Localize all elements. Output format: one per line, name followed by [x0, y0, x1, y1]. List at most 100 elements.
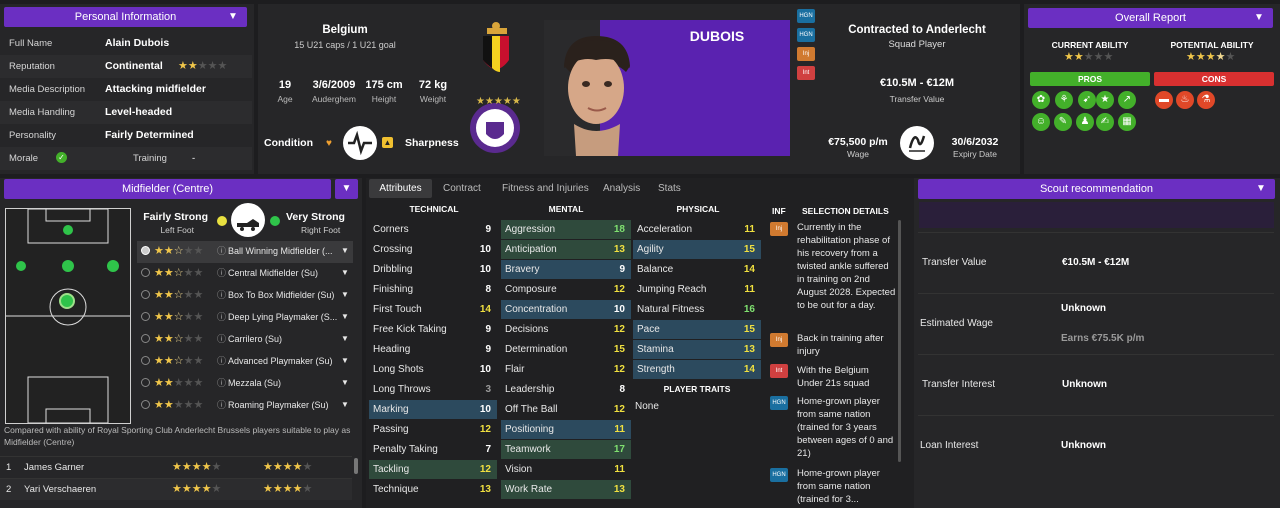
role-radio[interactable]: [141, 378, 150, 387]
tab-stats[interactable]: Stats: [658, 180, 681, 198]
role-radio[interactable]: [141, 334, 150, 343]
info-key: Media Handling: [9, 107, 76, 118]
national-team-crest-icon[interactable]: [478, 20, 514, 82]
chevron-down-icon[interactable]: ▼: [341, 312, 349, 321]
pro-star-icon[interactable]: ★: [1096, 91, 1114, 109]
chevron-down-icon[interactable]: ▼: [341, 290, 349, 299]
role-row[interactable]: ★★☆★★ ⓘ Central Midfielder (Su) ▼: [137, 263, 353, 285]
international-badge[interactable]: Int: [770, 364, 788, 378]
role-name: Carrilero (Su): [228, 334, 283, 344]
hgn-badge[interactable]: HGN: [797, 28, 815, 42]
role-name: Deep Lying Playmaker (S...: [228, 312, 338, 322]
chevron-down-icon[interactable]: ▼: [1251, 10, 1267, 26]
role-row[interactable]: ★★☆★★ ⓘ Ball Winning Midfielder (... ▼: [137, 241, 353, 263]
pro-trait-icon[interactable]: ✍: [1096, 113, 1114, 131]
club-crest-icon[interactable]: ★★★★★: [462, 94, 528, 156]
player-traits-value: None: [635, 401, 659, 412]
chevron-down-icon[interactable]: ▼: [225, 9, 241, 25]
condition-pulse-icon[interactable]: [343, 126, 377, 160]
role-row[interactable]: ★★★★★ ⓘ Mezzala (Su) ▼: [137, 373, 353, 395]
selection-scrollbar[interactable]: [898, 220, 901, 462]
chevron-down-icon[interactable]: ▼: [1253, 181, 1269, 197]
personal-info-header[interactable]: Personal Information ▼: [4, 7, 247, 27]
role-radio[interactable]: [141, 268, 150, 277]
attr-dribbling: Dribbling 10: [373, 264, 491, 275]
comparison-player-name[interactable]: Yari Verschaeren: [24, 484, 96, 495]
position-selector[interactable]: Midfielder (Centre): [4, 179, 331, 199]
pro-trait-icon[interactable]: ✎: [1054, 113, 1072, 131]
info-icon[interactable]: ⓘ: [217, 288, 226, 301]
scout-header[interactable]: Scout recommendation ▼: [918, 179, 1275, 199]
left-foot-label: Left Foot: [160, 225, 194, 235]
info-icon[interactable]: ⓘ: [217, 376, 226, 389]
info-value: Alain Dubois: [105, 37, 170, 49]
injury-badge[interactable]: Inj: [770, 333, 788, 347]
info-icon[interactable]: ⓘ: [217, 310, 226, 323]
international-badge[interactable]: Int: [797, 66, 815, 80]
pro-trait-icon[interactable]: ➹: [1078, 91, 1096, 109]
info-icon[interactable]: ⓘ: [217, 398, 226, 411]
role-row[interactable]: ★★☆★★ ⓘ Box To Box Midfielder (Su) ▼: [137, 285, 353, 307]
position-dropdown-button[interactable]: ▼: [335, 179, 358, 199]
role-radio[interactable]: [141, 246, 150, 255]
info-value: Level-headed: [105, 106, 173, 118]
comparison-scrollbar[interactable]: [354, 458, 358, 474]
tab-analysis[interactable]: Analysis: [603, 180, 640, 198]
scout-key: Loan Interest: [920, 440, 979, 451]
pro-trait-icon[interactable]: ♟: [1076, 113, 1094, 131]
con-trait-icon[interactable]: ▬: [1155, 91, 1173, 109]
scout-row-loan-interest: Loan Interest Unknown: [918, 415, 1274, 475]
chevron-down-icon[interactable]: ▼: [341, 356, 349, 365]
chevron-down-icon[interactable]: ▼: [341, 268, 349, 277]
position-dot: [16, 261, 26, 271]
role-name: Ball Winning Midfielder (...: [228, 246, 333, 256]
role-radio[interactable]: [141, 400, 150, 409]
pro-trait-icon[interactable]: ☺: [1032, 113, 1050, 131]
info-icon[interactable]: ⓘ: [217, 354, 226, 367]
hgn-badge[interactable]: HGN: [797, 9, 815, 23]
weight-label: Weight: [419, 94, 447, 104]
role-radio[interactable]: [141, 290, 150, 299]
attr-long-throws: Long Throws 3: [373, 384, 491, 395]
role-row[interactable]: ★★★★★ ⓘ Roaming Playmaker (Su) ▼: [137, 395, 353, 417]
role-row[interactable]: ★★☆★★ ⓘ Carrilero (Su) ▼: [137, 329, 353, 351]
tab-attributes[interactable]: Attributes: [369, 179, 432, 198]
physical-header: PHYSICAL: [676, 204, 720, 214]
pro-trait-icon[interactable]: ✿: [1032, 91, 1050, 109]
chevron-down-icon[interactable]: ▼: [341, 378, 349, 387]
tab-contract[interactable]: Contract: [443, 180, 481, 198]
pro-trait-icon[interactable]: ⚘: [1055, 91, 1073, 109]
chevron-down-icon[interactable]: ▼: [341, 334, 349, 343]
role-radio[interactable]: [141, 312, 150, 321]
left-foot-level: Fairly Strong: [143, 211, 208, 223]
hgn-badge[interactable]: HGN: [770, 396, 788, 410]
info-icon[interactable]: ⓘ: [217, 332, 226, 345]
role-radio[interactable]: [141, 356, 150, 365]
heart-icon: ♥: [326, 138, 332, 149]
personal-info-title: Personal Information: [74, 11, 177, 23]
tab-fitness-injuries[interactable]: Fitness and Injuries: [502, 180, 589, 198]
comparison-player-name[interactable]: James Garner: [24, 462, 84, 473]
contract-signature-icon[interactable]: [900, 126, 934, 160]
role-row[interactable]: ★★☆★★ ⓘ Advanced Playmaker (Su) ▼: [137, 351, 353, 373]
info-icon[interactable]: ⓘ: [217, 266, 226, 279]
scout-selector-strip[interactable]: [919, 202, 1274, 228]
injury-badge[interactable]: Inj: [797, 47, 815, 61]
comparison-row[interactable]: 1 James Garner ★★★★★ ★★★★★: [0, 456, 352, 478]
pro-trend-icon[interactable]: ↗: [1118, 91, 1136, 109]
con-trait-icon[interactable]: ♨: [1176, 91, 1194, 109]
comparison-row[interactable]: 2 Yari Verschaeren ★★★★★ ★★★★★: [0, 478, 352, 500]
info-icon[interactable]: ⓘ: [217, 244, 226, 257]
chevron-down-icon[interactable]: ▼: [341, 400, 349, 409]
injury-badge[interactable]: Inj: [770, 222, 788, 236]
role-row[interactable]: ★★☆★★ ⓘ Deep Lying Playmaker (S... ▼: [137, 307, 353, 329]
overall-report-header[interactable]: Overall Report ▼: [1028, 8, 1273, 28]
chevron-down-icon[interactable]: ▼: [341, 246, 349, 255]
selected-position-dot[interactable]: [59, 293, 75, 309]
con-trait-icon[interactable]: ⚗: [1197, 91, 1215, 109]
caps-text: 15 U21 caps / 1 U21 goal: [294, 40, 396, 50]
pro-trait-icon[interactable]: ▦: [1118, 113, 1136, 131]
attr-leadership: Leadership 8: [505, 384, 625, 395]
attr-teamwork: Teamwork 17: [501, 440, 631, 459]
hgn-badge[interactable]: HGN: [770, 468, 788, 482]
